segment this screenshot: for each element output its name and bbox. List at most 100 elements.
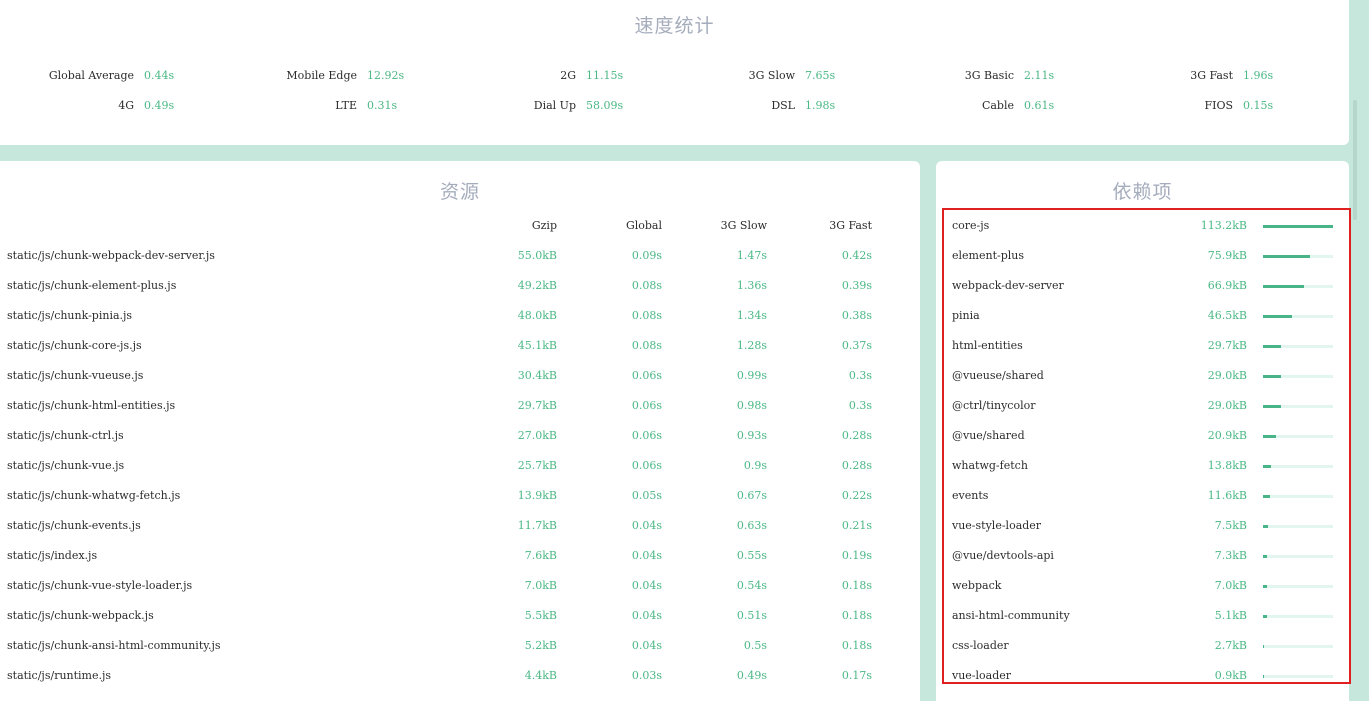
speed-stat-value: 0.31s <box>367 99 398 112</box>
speed-stat-label: 3G Basic <box>964 69 1014 82</box>
dependency-size: 113.2kB <box>1200 219 1247 232</box>
asset-3g-slow-time: 0.98s <box>736 399 767 412</box>
asset-gzip: 4.4kB <box>524 669 557 682</box>
speed-stat-label: Mobile Edge <box>286 69 357 82</box>
asset-name: static/js/chunk-events.js <box>7 519 141 532</box>
asset-3g-slow-time: 1.28s <box>736 339 767 352</box>
asset-global-time: 0.04s <box>631 609 662 622</box>
asset-name: static/js/chunk-element-plus.js <box>7 279 177 292</box>
dependency-name: css-loader <box>952 639 1009 652</box>
asset-name: static/js/runtime.js <box>7 669 112 682</box>
asset-name: static/js/chunk-vue.js <box>7 459 125 472</box>
dependency-size-bar-fill <box>1263 525 1268 528</box>
speed-stat-value: 0.15s <box>1243 99 1274 112</box>
speed-stat-value: 0.44s <box>144 69 175 82</box>
asset-gzip: 5.2kB <box>524 639 557 652</box>
dependency-size: 2.7kB <box>1214 639 1247 652</box>
speed-stats-card: 速度统计 Global Average 0.44s Mobile Edge 12.92… <box>0 0 1349 145</box>
dependency-row: html-entities 29.7kB <box>936 339 1349 355</box>
asset-name: static/js/chunk-html-entities.js <box>7 399 176 412</box>
asset-name: static/js/chunk-ctrl.js <box>7 429 124 442</box>
asset-3g-fast-time: 0.19s <box>841 549 872 562</box>
speed-stat-value: 1.98s <box>805 99 836 112</box>
asset-3g-fast-time: 0.17s <box>841 669 872 682</box>
asset-3g-fast-time: 0.21s <box>841 519 872 532</box>
asset-row: static/js/runtime.js 4.4kB 0.03s 0.49s 0.17s <box>0 669 920 685</box>
asset-global-time: 0.09s <box>631 249 662 262</box>
asset-global-time: 0.04s <box>631 549 662 562</box>
asset-gzip: 25.7kB <box>517 459 557 472</box>
dependency-row: vue-loader 0.9kB <box>936 669 1349 685</box>
dependencies-card: 依赖项 core-js 113.2kB element-plus 75.9kB webp… <box>936 161 1349 701</box>
dependency-size-bar-fill <box>1263 255 1310 258</box>
dependency-size-bar <box>1263 495 1333 498</box>
dependency-name: @vueuse/shared <box>952 369 1044 382</box>
speed-stat-label: DSL <box>771 99 795 112</box>
dependency-size-bar <box>1263 555 1333 558</box>
asset-name: static/js/chunk-ansi-html-community.js <box>7 639 221 652</box>
asset-3g-fast-time: 0.18s <box>841 609 872 622</box>
asset-name: static/js/chunk-webpack.js <box>7 609 154 622</box>
asset-row: static/js/chunk-element-plus.js 49.2kB 0.0… <box>0 279 920 295</box>
asset-3g-slow-time: 0.9s <box>743 459 767 472</box>
dependency-size-bar <box>1263 615 1333 618</box>
asset-name: static/js/chunk-vueuse.js <box>7 369 144 382</box>
dependency-size: 75.9kB <box>1207 249 1247 262</box>
dependency-name: pinia <box>952 309 980 322</box>
speed-stat-value: 7.65s <box>805 69 836 82</box>
dependency-size-bar <box>1263 315 1333 318</box>
dependency-size: 5.1kB <box>1214 609 1247 622</box>
asset-global-time: 0.08s <box>631 309 662 322</box>
dependency-size: 46.5kB <box>1207 309 1247 322</box>
dependency-size: 7.5kB <box>1214 519 1247 532</box>
asset-row: static/js/chunk-vue-style-loader.js 7.0kB… <box>0 579 920 595</box>
asset-global-time: 0.05s <box>631 489 662 502</box>
asset-3g-fast-time: 0.37s <box>841 339 872 352</box>
dependency-size: 20.9kB <box>1207 429 1247 442</box>
dependency-row: whatwg-fetch 13.8kB <box>936 459 1349 475</box>
asset-3g-fast-time: 0.18s <box>841 579 872 592</box>
dependency-size-bar <box>1263 465 1333 468</box>
speed-stat-label: LTE <box>335 99 357 112</box>
dependency-size-bar-fill <box>1263 645 1264 648</box>
asset-global-time: 0.08s <box>631 339 662 352</box>
dependency-size: 29.0kB <box>1207 399 1247 412</box>
asset-row: static/js/index.js 7.6kB 0.04s 0.55s 0.19s <box>0 549 920 565</box>
asset-3g-fast-time: 0.39s <box>841 279 872 292</box>
asset-global-time: 0.06s <box>631 429 662 442</box>
dependency-size-bar-fill <box>1263 315 1292 318</box>
speed-stats-title: 速度统计 <box>634 15 715 37</box>
asset-row: static/js/chunk-whatwg-fetch.js 13.9kB 0.0… <box>0 489 920 505</box>
column-header-3g-slow: 3G Slow <box>720 219 767 232</box>
speed-stat-value: 1.96s <box>1243 69 1274 82</box>
assets-title: 资源 <box>439 181 480 203</box>
dependency-size-bar <box>1263 225 1333 228</box>
dependency-name: webpack-dev-server <box>952 279 1064 292</box>
dependency-name: whatwg-fetch <box>952 459 1028 472</box>
asset-gzip: 7.0kB <box>524 579 557 592</box>
asset-3g-slow-time: 0.5s <box>743 639 767 652</box>
dependency-name: webpack <box>952 579 1002 592</box>
asset-gzip: 29.7kB <box>517 399 557 412</box>
dependency-size: 13.8kB <box>1207 459 1247 472</box>
asset-3g-slow-time: 1.36s <box>736 279 767 292</box>
dependency-size-bar-fill <box>1263 555 1267 558</box>
speed-stat-label: 2G <box>560 69 576 82</box>
speed-stat: 4G 0.49s <box>0 99 260 115</box>
dependency-size-bar <box>1263 255 1333 258</box>
asset-3g-fast-time: 0.3s <box>848 399 872 412</box>
asset-row: static/js/chunk-vueuse.js 30.4kB 0.06s 0.99… <box>0 369 920 385</box>
dependency-name: ansi-html-community <box>952 609 1070 622</box>
dependency-size-bar <box>1263 375 1333 378</box>
dependency-name: vue-loader <box>952 669 1012 682</box>
asset-3g-fast-time: 0.22s <box>841 489 872 502</box>
asset-row: static/js/chunk-html-entities.js 29.7kB 0.… <box>0 399 920 415</box>
asset-row: static/js/chunk-webpack.js 5.5kB 0.04s 0.51… <box>0 609 920 625</box>
dependency-row: @vue/shared 20.9kB <box>936 429 1349 445</box>
dependency-name: @vue/devtools-api <box>952 549 1054 562</box>
asset-gzip: 27.0kB <box>517 429 557 442</box>
dependency-size-bar-fill <box>1263 465 1271 468</box>
speed-stat-label: FIOS <box>1204 99 1233 112</box>
page-scrollbar-thumb[interactable] <box>1353 100 1357 220</box>
dependency-size-bar <box>1263 585 1333 588</box>
